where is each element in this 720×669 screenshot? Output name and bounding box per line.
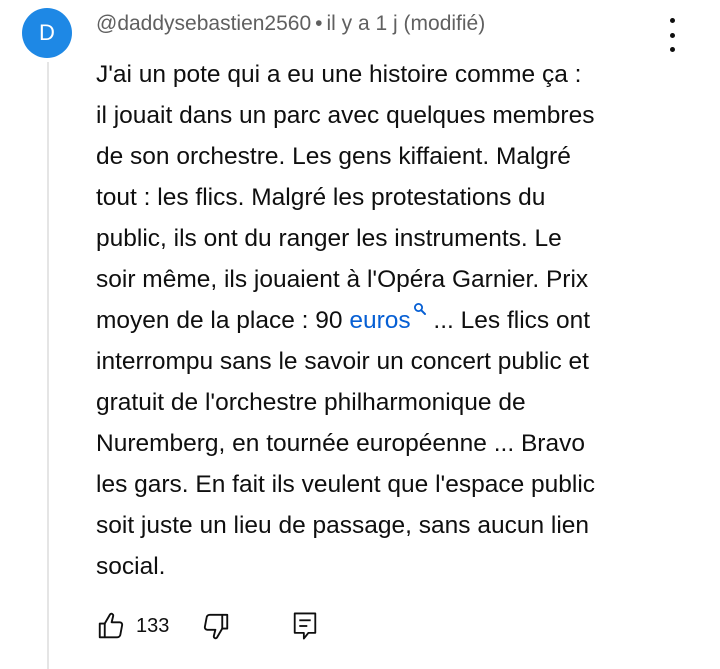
comment-text-segment: moyen de la place : 90 bbox=[96, 307, 350, 334]
reply-button[interactable] bbox=[291, 610, 319, 642]
thread-line bbox=[47, 62, 49, 669]
comment-line: soir même, ils jouaient à l'Opéra Garnie… bbox=[96, 266, 589, 293]
more-vert-icon[interactable] bbox=[660, 18, 684, 52]
header-separator: • bbox=[315, 12, 323, 35]
comment-timestamp[interactable]: il y a 1 j (modifié) bbox=[327, 12, 486, 35]
comment-line: tout : les flics. Malgré les protestatio… bbox=[96, 184, 546, 211]
thumb-down-icon bbox=[204, 613, 229, 640]
dislike-button[interactable] bbox=[201, 611, 231, 641]
avatar[interactable]: D bbox=[22, 8, 72, 58]
comment-reply-icon bbox=[294, 612, 317, 640]
comment-line: les gars. En fait ils veulent que l'espa… bbox=[96, 471, 596, 498]
comment-line: public, ils ont du ranger les instrument… bbox=[96, 225, 562, 252]
comment-line: il jouait dans un parc avec quelques mem… bbox=[96, 102, 595, 129]
comment-header: @daddysebastien2560 • il y a 1 j (modifié) bbox=[96, 12, 485, 36]
search-link-label[interactable]: euros bbox=[349, 307, 410, 334]
comment-line: de son orchestre. Les gens kiffaient. Ma… bbox=[96, 143, 571, 170]
comment-text-segment: ... Les flics ont bbox=[426, 307, 591, 334]
comment-line: gratuit de l'orchestre philharmonique de bbox=[96, 389, 526, 416]
comment-line-with-link: moyen de la place : 90 euros ... Les fli… bbox=[96, 300, 696, 341]
search-icon bbox=[413, 303, 426, 315]
comment-line: interrompu sans le savoir un concert pub… bbox=[96, 348, 589, 375]
like-count: 133 bbox=[136, 614, 170, 637]
comment-actions: 133 bbox=[96, 606, 319, 646]
like-button[interactable]: 133 bbox=[96, 611, 169, 641]
thumb-up-icon bbox=[98, 612, 124, 639]
comment-text: J'ai un pote qui a eu une histoire comme… bbox=[96, 54, 696, 587]
comment-line: Nuremberg, en tournée européenne ... Bra… bbox=[96, 430, 585, 457]
author-name[interactable]: @daddysebastien2560 bbox=[96, 12, 311, 35]
comment-line: social. bbox=[96, 553, 166, 580]
comment-line: soit juste un lieu de passage, sans aucu… bbox=[96, 512, 590, 539]
avatar-letter: D bbox=[39, 20, 55, 45]
comment-line: J'ai un pote qui a eu une histoire comme… bbox=[96, 61, 582, 88]
search-link-euros[interactable]: euros bbox=[349, 303, 426, 334]
